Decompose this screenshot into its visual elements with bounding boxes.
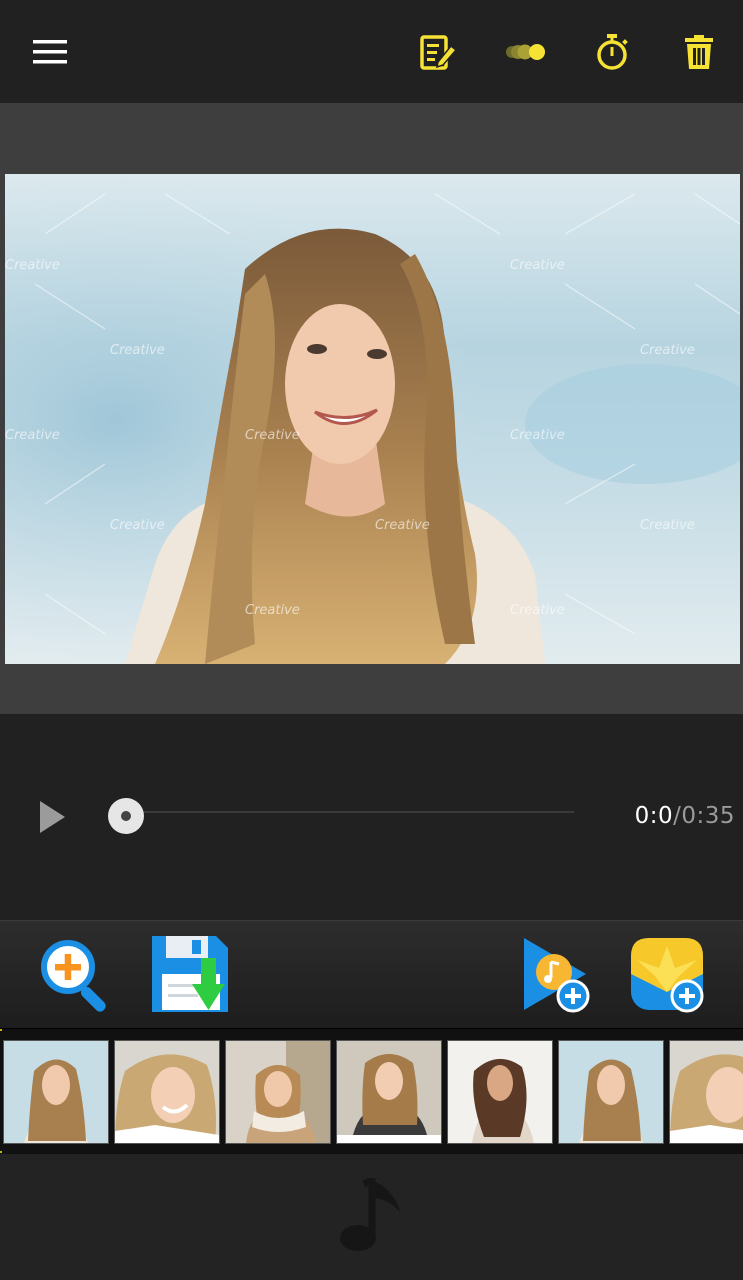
save-button[interactable] bbox=[148, 933, 234, 1017]
thumbnail-5[interactable] bbox=[447, 1040, 553, 1144]
timer-icon bbox=[597, 34, 628, 70]
music-note-icon bbox=[340, 1178, 400, 1251]
add-music-icon bbox=[524, 938, 590, 1013]
play-button[interactable] bbox=[28, 794, 76, 840]
preview-photo[interactable]: Creative Creative Creative Creative Crea… bbox=[5, 174, 740, 664]
delete-button[interactable] bbox=[676, 30, 722, 74]
svg-text:Creative: Creative bbox=[245, 428, 300, 443]
transition-button[interactable] bbox=[502, 34, 550, 70]
svg-text:Creative: Creative bbox=[640, 343, 695, 358]
svg-text:Creative: Creative bbox=[110, 343, 165, 358]
total-time: 0:35 bbox=[681, 803, 735, 829]
zoom-add-icon bbox=[41, 940, 106, 1012]
svg-text:Creative: Creative bbox=[5, 258, 60, 273]
svg-text:Creative: Creative bbox=[110, 518, 165, 533]
thumbnail-1[interactable] bbox=[3, 1040, 109, 1144]
preview-area: Creative Creative Creative Creative Crea… bbox=[0, 103, 743, 714]
playback-controls: 0:0/0:35 bbox=[0, 714, 743, 920]
seek-bar[interactable] bbox=[126, 811, 574, 813]
delete-icon bbox=[685, 35, 713, 69]
menu-icon bbox=[33, 40, 67, 64]
play-icon bbox=[40, 801, 65, 833]
top-toolbar bbox=[0, 0, 743, 103]
seek-handle[interactable] bbox=[108, 798, 144, 834]
filmstrip-marker-bottom bbox=[0, 1151, 2, 1153]
music-track-area[interactable] bbox=[0, 1154, 743, 1280]
svg-text:Creative: Creative bbox=[640, 518, 695, 533]
add-photos-icon bbox=[631, 938, 704, 1013]
edit-text-button[interactable] bbox=[414, 30, 462, 74]
svg-text:Creative: Creative bbox=[375, 518, 430, 533]
zoom-add-button[interactable] bbox=[36, 935, 116, 1015]
svg-text:Creative: Creative bbox=[510, 258, 565, 273]
menu-button[interactable] bbox=[26, 33, 74, 71]
time-display: 0:0/0:35 bbox=[635, 803, 735, 829]
media-toolbar bbox=[0, 920, 743, 1029]
edit-text-icon bbox=[420, 35, 458, 70]
svg-text:Creative: Creative bbox=[510, 603, 565, 618]
transition-icon bbox=[506, 44, 545, 60]
thumbnail-4[interactable] bbox=[336, 1040, 442, 1144]
thumbnail-6[interactable] bbox=[558, 1040, 664, 1144]
photo-filmstrip bbox=[0, 1028, 743, 1156]
svg-text:Creative: Creative bbox=[510, 428, 565, 443]
thumbnail-7[interactable] bbox=[669, 1040, 743, 1144]
timer-button[interactable] bbox=[589, 30, 635, 74]
add-photos-button[interactable] bbox=[626, 933, 708, 1015]
svg-text:Creative: Creative bbox=[245, 603, 300, 618]
thumbnail-3[interactable] bbox=[225, 1040, 331, 1144]
seek-handle-dot bbox=[121, 811, 131, 821]
save-icon bbox=[152, 936, 228, 1012]
svg-text:Creative: Creative bbox=[5, 428, 60, 443]
thumbnail-2[interactable] bbox=[114, 1040, 220, 1144]
add-music-button[interactable] bbox=[518, 933, 594, 1015]
filmstrip-marker-top bbox=[0, 1029, 2, 1031]
current-time: 0:0 bbox=[634, 803, 674, 829]
